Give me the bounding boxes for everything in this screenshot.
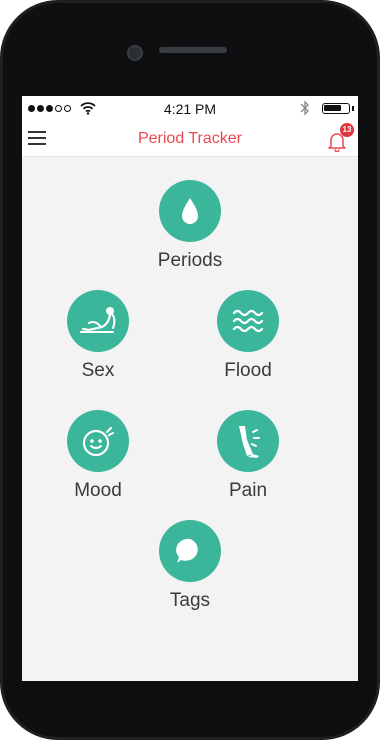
nav-bar: Period Tracker 13	[22, 122, 358, 157]
reclining-figure-icon	[80, 307, 116, 333]
sex-tracker[interactable]: Sex	[38, 290, 158, 382]
periods-button[interactable]	[159, 180, 221, 242]
waves-icon	[232, 309, 264, 333]
bluetooth-icon	[300, 100, 309, 116]
pain-tracker[interactable]: Pain	[188, 410, 308, 502]
sex-label: Sex	[81, 360, 115, 381]
smiley-icon	[82, 427, 114, 457]
drop-icon	[182, 198, 198, 224]
wifi-icon	[80, 102, 96, 115]
leg-pain-icon	[239, 426, 260, 458]
tags-tracker[interactable]: Tags	[130, 520, 250, 612]
flood-label: Flood	[224, 360, 272, 381]
battery-tip	[352, 106, 354, 111]
status-bar: 4:21 PM	[22, 96, 358, 122]
speech-bubble-icon	[176, 538, 198, 563]
notification-badge: 13	[340, 123, 354, 137]
flood-button[interactable]	[217, 290, 279, 352]
battery-icon	[322, 103, 350, 114]
page-title: Period Tracker	[137, 130, 243, 147]
pain-button[interactable]	[217, 410, 279, 472]
earpiece-speaker	[159, 47, 227, 53]
app-screen: 4:21 PM Period Tracker 13 Periods Sex Fl…	[22, 96, 358, 681]
mood-tracker[interactable]: Mood	[38, 410, 158, 502]
signal-strength-icon	[28, 105, 71, 112]
mood-button[interactable]	[67, 410, 129, 472]
periods-tracker[interactable]: Periods	[130, 180, 250, 272]
sex-button[interactable]	[67, 290, 129, 352]
tags-label: Tags	[169, 590, 211, 611]
tags-button[interactable]	[159, 520, 221, 582]
periods-label: Periods	[157, 250, 223, 271]
status-time: 4:21 PM	[163, 101, 217, 117]
mood-label: Mood	[74, 480, 122, 501]
pain-label: Pain	[228, 480, 268, 501]
flood-tracker[interactable]: Flood	[188, 290, 308, 382]
front-camera	[127, 45, 143, 61]
